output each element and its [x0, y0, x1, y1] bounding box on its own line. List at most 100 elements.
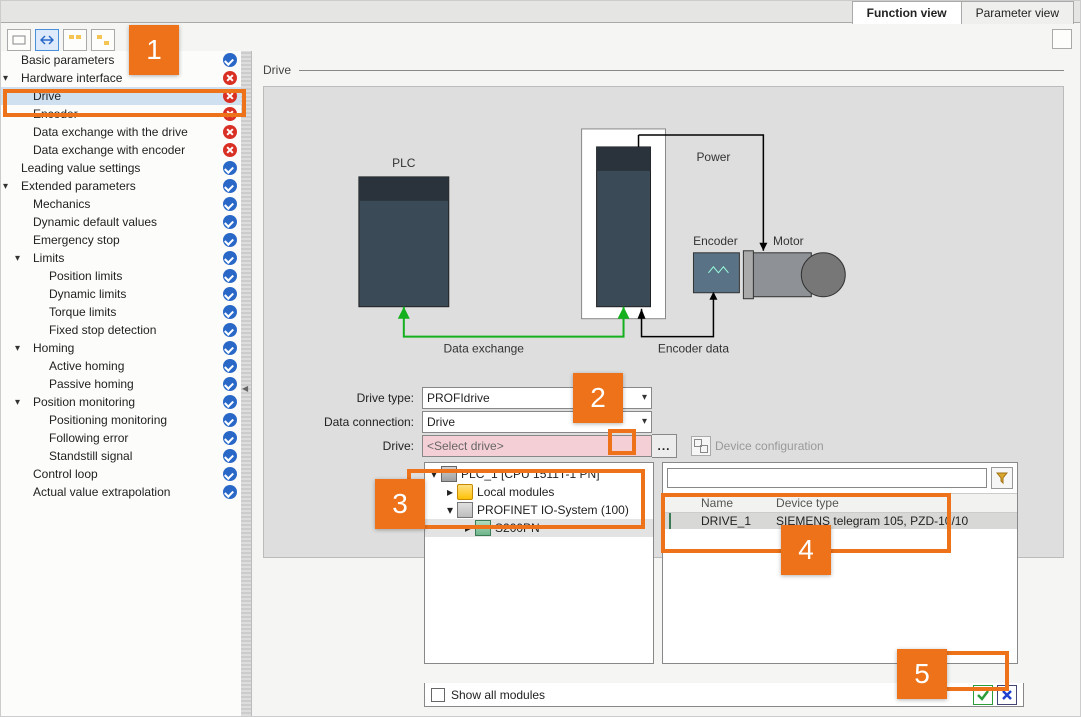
- tree-item-label: Actual value extrapolation: [29, 485, 223, 499]
- device-config-icon: [691, 436, 711, 456]
- tree-item-label: Position monitoring: [29, 395, 223, 409]
- tree-item-label: Positioning monitoring: [45, 413, 223, 427]
- tree-item[interactable]: Position limits: [1, 267, 241, 285]
- toolbar-btn-3[interactable]: [63, 29, 87, 51]
- section-title: Drive: [263, 63, 299, 77]
- toolbar-btn-4[interactable]: [91, 29, 115, 51]
- status-ok-icon: [223, 413, 237, 427]
- filter-button[interactable]: [991, 467, 1013, 489]
- status-ok-icon: [223, 395, 237, 409]
- section-header: Drive: [263, 56, 1064, 84]
- tree-item-label: Torque limits: [45, 305, 223, 319]
- data-connection-label: Data connection:: [304, 415, 414, 429]
- tree-item[interactable]: Basic parameters: [1, 51, 241, 69]
- callout-5: 5: [897, 649, 947, 699]
- tree-item[interactable]: Torque limits: [1, 303, 241, 321]
- tree-item[interactable]: Following error: [1, 429, 241, 447]
- tree-item-label: Data exchange with the drive: [29, 125, 223, 139]
- tree-item[interactable]: Position monitoring: [1, 393, 241, 411]
- toolbar-extra-icon[interactable]: [1052, 29, 1072, 49]
- view-tabs: Function view Parameter view: [1, 1, 1080, 23]
- status-ok-icon: [223, 323, 237, 337]
- tree-item[interactable]: Data exchange with encoder: [1, 141, 241, 159]
- tree-item[interactable]: Active homing: [1, 357, 241, 375]
- tree-item-label: Dynamic limits: [45, 287, 223, 301]
- status-ok-icon: [223, 377, 237, 391]
- tree-item-label: Dynamic default values: [29, 215, 223, 229]
- status-ok-icon: [223, 233, 237, 247]
- tree-item[interactable]: Extended parameters: [1, 177, 241, 195]
- status-ok-icon: [223, 431, 237, 445]
- tree-item[interactable]: Dynamic limits: [1, 285, 241, 303]
- status-ok-icon: [223, 215, 237, 229]
- tree-item-label: Homing: [29, 341, 223, 355]
- app-root: Function view Parameter view Basic param…: [0, 0, 1081, 717]
- plc-label: PLC: [392, 156, 416, 170]
- tree-item[interactable]: Homing: [1, 339, 241, 357]
- tree-item[interactable]: Actual value extrapolation: [1, 483, 241, 501]
- callout-2: 2: [573, 373, 623, 423]
- status-error-icon: [223, 143, 237, 157]
- status-ok-icon: [223, 161, 237, 175]
- toolbar-btn-1[interactable]: [7, 29, 31, 51]
- tree-item-label: Position limits: [45, 269, 223, 283]
- tree-item[interactable]: Hardware interface: [1, 69, 241, 87]
- callout-3: 3: [375, 479, 425, 529]
- status-ok-icon: [223, 449, 237, 463]
- tree-item[interactable]: Fixed stop detection: [1, 321, 241, 339]
- tree-item-label: Emergency stop: [29, 233, 223, 247]
- tree-item-label: Leading value settings: [17, 161, 223, 175]
- tab-parameter-view[interactable]: Parameter view: [961, 1, 1074, 24]
- motor-label: Motor: [773, 234, 804, 248]
- highlight-3: [407, 469, 645, 529]
- tree-item-label: Hardware interface: [17, 71, 223, 85]
- drive-field-label: Drive:: [304, 439, 414, 453]
- tree-item[interactable]: Standstill signal: [1, 447, 241, 465]
- navigation-tree[interactable]: Basic parametersHardware interfaceDriveE…: [1, 51, 242, 716]
- tree-item-label: Mechanics: [29, 197, 223, 211]
- checkbox-icon: [431, 688, 445, 702]
- tree-item[interactable]: Control loop: [1, 465, 241, 483]
- toolbar-btn-2[interactable]: [35, 29, 59, 51]
- tree-item-label: Following error: [45, 431, 223, 445]
- tree-item-label: Limits: [29, 251, 223, 265]
- tree-item[interactable]: Mechanics: [1, 195, 241, 213]
- encoder-label: Encoder: [693, 234, 738, 248]
- tree-item-label: Fixed stop detection: [45, 323, 223, 337]
- drive-browse-button[interactable]: ...: [652, 434, 677, 458]
- status-ok-icon: [223, 287, 237, 301]
- drive-type-label: Drive type:: [304, 391, 414, 405]
- status-ok-icon: [223, 341, 237, 355]
- show-all-modules-checkbox[interactable]: Show all modules: [431, 688, 545, 702]
- callout-4: 4: [781, 525, 831, 575]
- tree-item-label: Basic parameters: [17, 53, 223, 67]
- tree-item-label: Data exchange with encoder: [29, 143, 223, 157]
- highlight-1: [3, 89, 246, 117]
- tree-item[interactable]: Data exchange with the drive: [1, 123, 241, 141]
- tree-item-label: Standstill signal: [45, 449, 223, 463]
- splitter-handle[interactable]: [241, 51, 252, 716]
- tree-item-label: Active homing: [45, 359, 223, 373]
- tree-item[interactable]: Passive homing: [1, 375, 241, 393]
- status-ok-icon: [223, 53, 237, 67]
- tree-item-label: Extended parameters: [17, 179, 223, 193]
- power-label: Power: [696, 150, 730, 164]
- status-ok-icon: [223, 467, 237, 481]
- device-search-input[interactable]: [667, 468, 987, 488]
- tree-item[interactable]: Dynamic default values: [1, 213, 241, 231]
- main-area: Drive PLC Drive Power Encoder: [253, 56, 1074, 710]
- tree-item-label: Control loop: [29, 467, 223, 481]
- tree-item[interactable]: Limits: [1, 249, 241, 267]
- status-ok-icon: [223, 359, 237, 373]
- tree-item[interactable]: Positioning monitoring: [1, 411, 241, 429]
- tree-item[interactable]: Emergency stop: [1, 231, 241, 249]
- highlight-2: [608, 429, 636, 455]
- status-ok-icon: [223, 269, 237, 283]
- tree-item[interactable]: Leading value settings: [1, 159, 241, 177]
- status-ok-icon: [223, 251, 237, 265]
- data-exchange-label: Data exchange: [443, 342, 524, 356]
- status-error-icon: [223, 125, 237, 139]
- tab-function-view[interactable]: Function view: [852, 1, 962, 24]
- status-ok-icon: [223, 305, 237, 319]
- device-config-link[interactable]: Device configuration: [691, 436, 824, 456]
